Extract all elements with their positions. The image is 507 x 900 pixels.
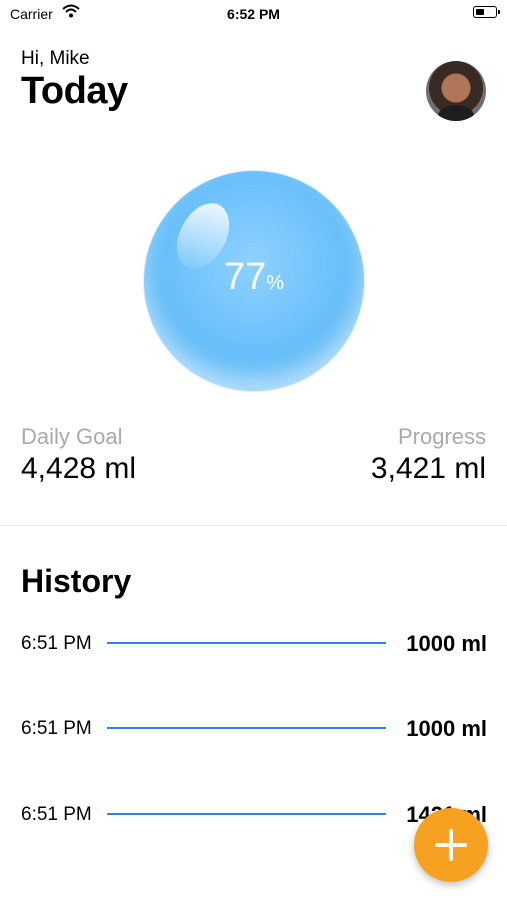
history-line xyxy=(107,642,386,644)
status-time: 6:52 PM xyxy=(227,6,280,22)
avatar[interactable] xyxy=(426,61,486,121)
history-amount: 1000 ml xyxy=(406,716,487,742)
history-title: History xyxy=(21,563,132,599)
page-title: Today xyxy=(21,70,128,112)
progress-label: Progress xyxy=(397,424,486,449)
progress-value: 3,421 ml xyxy=(370,452,486,485)
history-line xyxy=(107,727,386,729)
history-amount: 1000 ml xyxy=(406,631,487,657)
history-line xyxy=(107,813,386,815)
daily-goal-label: Daily Goal xyxy=(21,424,123,449)
battery-icon xyxy=(473,6,500,18)
history-time: 6:51 PM xyxy=(21,633,92,654)
history-row[interactable]: 6:51 PM 1421 ml xyxy=(21,799,487,829)
add-button[interactable] xyxy=(414,808,488,882)
divider xyxy=(0,525,507,526)
history-row[interactable]: 6:51 PM 1000 ml xyxy=(21,713,487,743)
progress-percent-symbol: % xyxy=(266,272,285,294)
status-bar: Carrier 6:52 PM xyxy=(0,0,507,28)
daily-goal-value: 4,428 ml xyxy=(21,452,137,485)
progress-bubble: 77% xyxy=(144,171,364,391)
history-time: 6:51 PM xyxy=(21,804,92,825)
progress-percent: 77% xyxy=(144,256,364,299)
history-row[interactable]: 6:51 PM 1000 ml xyxy=(21,628,487,658)
greeting-text: Hi, Mike xyxy=(21,48,90,69)
progress-percent-value: 77 xyxy=(223,256,267,298)
history-time: 6:51 PM xyxy=(21,718,92,739)
